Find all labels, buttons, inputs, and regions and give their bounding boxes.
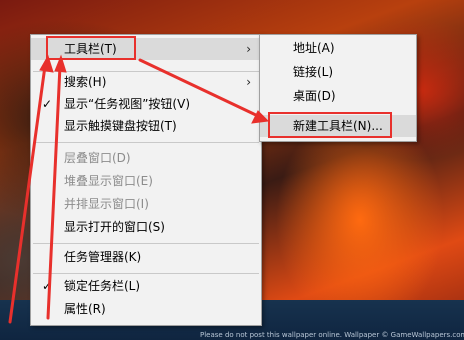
menu-item-show-task-view-button[interactable]: ✓ 显示“任务视图”按钮(V) [31,93,261,115]
menu-item-toolbars[interactable]: 工具栏(T) › [31,38,261,60]
menu-item-task-manager[interactable]: 任务管理器(K) [31,246,261,268]
menu-item-label: 显示触摸键盘按钮(T) [64,119,177,133]
menu-separator [33,243,259,244]
menu-separator [33,273,259,274]
menu-item-lock-taskbar[interactable]: ✓ 锁定任务栏(L) [31,275,261,297]
menu-item-label: 地址(A) [293,41,335,55]
checkmark-icon: ✓ [42,97,53,111]
menu-item-label: 属性(R) [64,302,106,316]
menu-item-label: 新建工具栏(N)... [293,119,383,133]
menu-item-label: 链接(L) [293,65,334,79]
submenu-item-address[interactable]: 地址(A) [260,37,416,59]
menu-item-label: 锁定任务栏(L) [64,279,141,293]
chevron-right-icon: › [246,75,251,89]
menu-item-label: 显示“任务视图”按钮(V) [64,97,191,111]
toolbars-submenu: 地址(A) 链接(L) 桌面(D) 新建工具栏(N)... [259,34,417,142]
menu-item-label: 并排显示窗口(I) [64,197,149,211]
menu-item-label: 层叠窗口(D) [64,151,131,165]
menu-separator [33,142,259,143]
checkmark-icon: ✓ [42,279,53,293]
taskbar-context-menu: 工具栏(T) › 搜索(H) › ✓ 显示“任务视图”按钮(V) 显示触摸键盘按… [30,34,262,326]
submenu-item-desktop[interactable]: 桌面(D) [260,85,416,107]
menu-item-cascade-windows: 层叠窗口(D) [31,147,261,169]
menu-item-show-touch-keyboard-button[interactable]: 显示触摸键盘按钮(T) [31,115,261,137]
menu-item-label: 堆叠显示窗口(E) [64,174,153,188]
submenu-item-new-toolbar[interactable]: 新建工具栏(N)... [260,115,416,137]
menu-item-label: 显示打开的窗口(S) [64,220,165,234]
menu-item-side-by-side-windows: 并排显示窗口(I) [31,193,261,215]
menu-item-label: 搜索(H) [64,75,107,89]
menu-item-label: 工具栏(T) [64,42,117,56]
menu-item-search[interactable]: 搜索(H) › [31,71,261,93]
submenu-item-links[interactable]: 链接(L) [260,61,416,83]
menu-item-properties[interactable]: 属性(R) [31,298,261,320]
menu-item-label: 任务管理器(K) [64,250,142,264]
wallpaper-watermark: Please do not post this wallpaper online… [200,331,464,339]
chevron-right-icon: › [246,42,251,56]
menu-item-label: 桌面(D) [293,89,336,103]
menu-item-show-desktop[interactable]: 显示打开的窗口(S) [31,216,261,238]
menu-item-stack-windows: 堆叠显示窗口(E) [31,170,261,192]
